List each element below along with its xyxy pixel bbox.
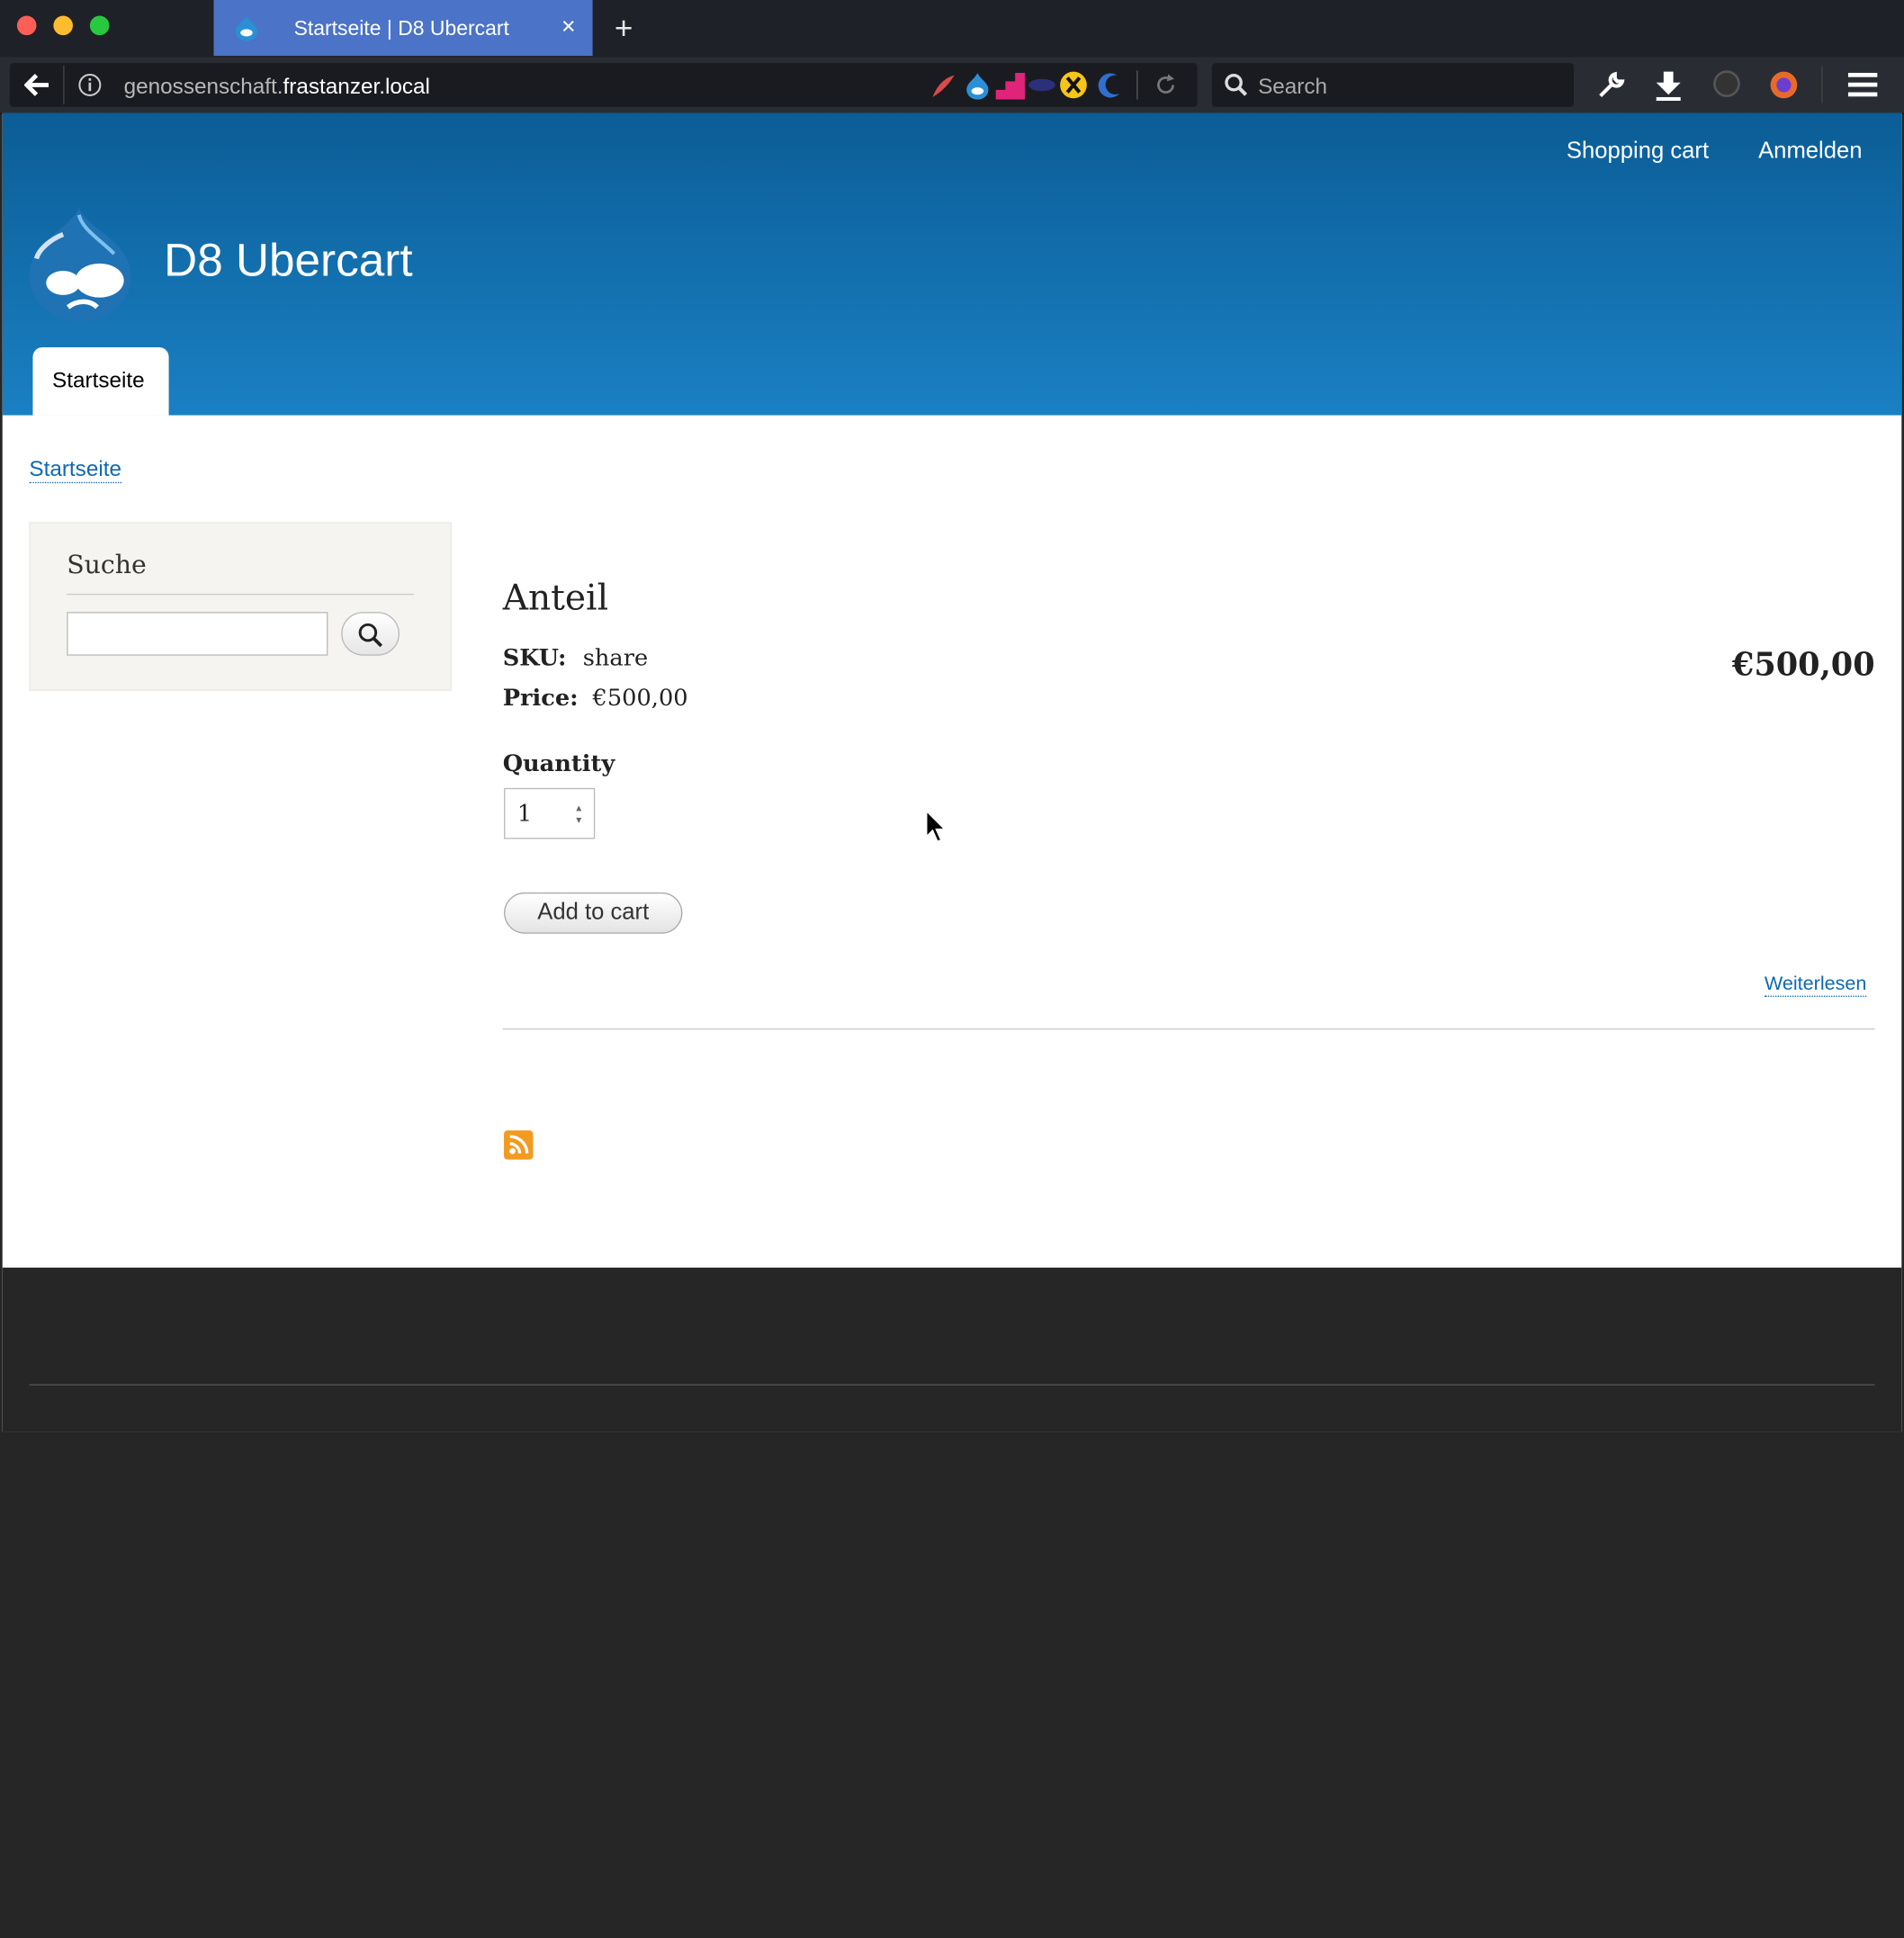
feather-extension-icon[interactable] [930, 73, 957, 100]
rss-glyph-icon [509, 1135, 529, 1154]
site-name[interactable]: D8 Ubercart [164, 236, 412, 288]
minimize-window-button[interactable] [53, 15, 73, 36]
site-logo[interactable] [27, 205, 136, 324]
navigation-toolbar: genossenschaft.frastanzer.local Search [0, 57, 1904, 114]
sku-value: share [582, 644, 649, 672]
login-link[interactable]: Anmelden [1758, 139, 1862, 166]
search-input[interactable] [67, 612, 328, 656]
url-prefix: genossenschaft. [123, 74, 283, 99]
search-block-title: Suche [67, 550, 147, 579]
stairs-extension-icon[interactable] [995, 72, 1025, 100]
tab-startseite[interactable]: Startseite [32, 346, 169, 416]
zoom-window-button[interactable] [89, 15, 110, 36]
tab-close-icon[interactable]: × [561, 13, 576, 41]
rss-feed-icon[interactable] [504, 1130, 534, 1160]
browser-tab-active[interactable]: Startseite | D8 Ubercart × [213, 0, 593, 57]
search-icon [1225, 73, 1248, 96]
url-text: genossenschaft.frastanzer.local [124, 74, 430, 99]
download-icon[interactable] [1654, 69, 1683, 102]
page-viewport: Shopping cart Anmelden D8 Ubercart Start… [2, 112, 1902, 1432]
price-label: Price: [502, 685, 579, 712]
search-icon [358, 623, 383, 648]
divider [67, 593, 415, 596]
site-header: Shopping cart Anmelden D8 Ubercart Start… [2, 112, 1902, 416]
drupal-favicon-icon [235, 15, 258, 41]
quantity-value: 1 [516, 800, 533, 828]
product-title[interactable]: Anteil [503, 577, 608, 618]
browser-window: Startseite | D8 Ubercart × + genossensch… [0, 0, 1904, 1938]
reload-icon[interactable] [1154, 73, 1178, 97]
wrench-icon[interactable] [1597, 70, 1626, 99]
spinner-arrows-icon[interactable]: ▴ ▾ [576, 802, 581, 826]
xdebug-extension-icon[interactable] [1059, 70, 1088, 99]
divider [502, 1028, 1875, 1030]
sku-label: SKU: [502, 644, 567, 672]
quantity-stepper[interactable]: 1 ▴ ▾ [504, 787, 596, 839]
search-placeholder: Search [1258, 74, 1328, 99]
add-to-cart-button[interactable]: Add to cart [504, 892, 683, 934]
search-block: Suche [29, 522, 453, 691]
price-value: €500,00 [592, 685, 688, 712]
divider [29, 1384, 1875, 1386]
tab-strip: Startseite | D8 Ubercart × + [0, 0, 1904, 58]
mouse-pointer-icon [925, 810, 947, 843]
display-price: €500,00 [1731, 647, 1875, 684]
search-submit-button[interactable] [341, 612, 400, 656]
site-footer [2, 1267, 1902, 1432]
site-info-icon[interactable] [77, 73, 102, 97]
back-icon[interactable] [23, 73, 51, 97]
drupal-extension-icon[interactable] [965, 72, 992, 101]
firefox-account-icon[interactable] [1768, 69, 1800, 101]
php-extension-icon[interactable] [1028, 77, 1056, 92]
hamburger-menu-icon[interactable] [1847, 72, 1879, 99]
breadcrumb-home-link[interactable]: Startseite [29, 456, 122, 484]
shopping-cart-link[interactable]: Shopping cart [1567, 139, 1709, 166]
url-domain: frastanzer.local [283, 74, 430, 99]
privacy-badger-icon[interactable] [1712, 69, 1741, 98]
quantity-label: Quantity [502, 749, 615, 777]
tab-title: Startseite | D8 Ubercart [293, 16, 509, 40]
url-bar[interactable]: genossenschaft.frastanzer.local [9, 63, 1198, 107]
close-window-button[interactable] [16, 15, 37, 36]
moon-extension-icon[interactable] [1093, 72, 1122, 99]
read-more-link[interactable]: Weiterlesen [1764, 973, 1867, 997]
tab-startseite-label: Startseite [52, 367, 145, 392]
new-tab-button[interactable]: + [615, 10, 633, 48]
browser-search-bar[interactable]: Search [1211, 63, 1574, 107]
